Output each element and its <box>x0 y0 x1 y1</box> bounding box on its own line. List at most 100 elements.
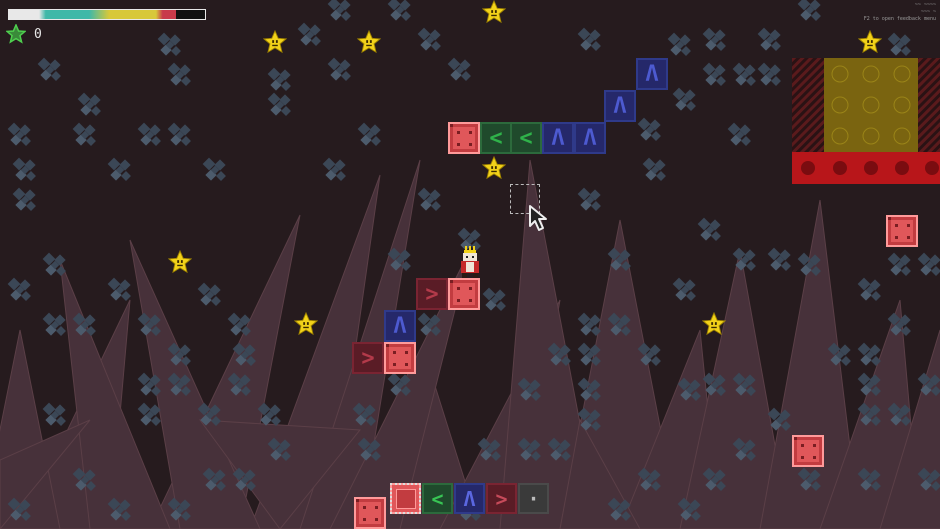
rock-cluster <box>327 57 351 81</box>
arrow-up-block[interactable]: Λ <box>574 122 606 154</box>
block-toolbar: < Λ > · <box>390 483 550 514</box>
star-5-icon <box>482 156 506 180</box>
arrow-right-block[interactable]: > <box>416 278 448 310</box>
rock-cluster <box>297 22 321 46</box>
star-4-icon <box>858 30 882 54</box>
rock-cluster <box>197 282 221 306</box>
star-counter: 0 <box>6 24 42 44</box>
arrow-left-icon: < <box>431 486 444 511</box>
player-character <box>461 246 479 278</box>
tool-arrow-right[interactable]: > <box>486 483 517 514</box>
arrow-up-icon: Λ <box>393 313 407 339</box>
arrow-up-block[interactable]: Λ <box>636 58 668 90</box>
arrow-up-block[interactable]: Λ <box>604 90 636 122</box>
star-6-icon <box>168 250 192 274</box>
arrow-right-icon: > <box>425 281 439 307</box>
rock-cluster <box>107 277 131 301</box>
rock-cluster <box>767 247 791 271</box>
star-7-icon <box>294 312 318 336</box>
tool-arrow-up[interactable]: Λ <box>454 483 485 514</box>
star-2-icon <box>263 30 287 54</box>
crate-block[interactable] <box>354 497 386 529</box>
crate-block[interactable] <box>886 215 918 247</box>
rock-cluster <box>577 27 601 51</box>
rock-cluster <box>7 122 31 146</box>
debug-line: ~~~ ~ <box>920 9 936 15</box>
arrow-up-icon: Λ <box>551 125 565 151</box>
arrow-up-icon: Λ <box>645 61 659 87</box>
arrow-up-block[interactable]: Λ <box>542 122 574 154</box>
rock-cluster <box>12 157 36 181</box>
feedback-hint: F2 to open feedback menu <box>863 16 936 22</box>
rock-cluster <box>42 402 66 426</box>
arrow-up-block[interactable]: Λ <box>384 310 416 342</box>
rock-cluster <box>267 67 291 91</box>
rock-cluster <box>757 27 781 51</box>
rock-cluster <box>387 0 411 21</box>
star-outline-icon <box>6 24 26 44</box>
rock-cluster <box>667 32 691 56</box>
rock-cluster <box>417 187 441 211</box>
rock-cluster <box>857 277 881 301</box>
rock-cluster <box>137 402 161 426</box>
rock-cluster <box>42 252 66 276</box>
arrow-left-block[interactable]: < <box>480 122 512 154</box>
rock-cluster <box>577 312 601 336</box>
rock-cluster <box>322 157 346 181</box>
star-3-icon <box>357 30 381 54</box>
star-1-icon <box>482 0 506 24</box>
tool-eraser[interactable]: · <box>518 483 549 514</box>
crate-icon <box>395 488 416 509</box>
tool-crate[interactable] <box>390 483 421 514</box>
rock-cluster <box>167 122 191 146</box>
rock-cluster <box>672 87 696 111</box>
rock-cluster <box>447 57 471 81</box>
rock-cluster <box>37 57 61 81</box>
crate-block[interactable] <box>384 342 416 374</box>
rock-cluster <box>12 187 36 211</box>
rock-cluster <box>107 157 131 181</box>
rock-cluster <box>727 122 751 146</box>
rock-cluster <box>7 277 31 301</box>
health-bar <box>8 9 206 20</box>
rock-cluster <box>642 157 666 181</box>
rock-cluster <box>672 277 696 301</box>
arrow-right-icon: > <box>361 345 375 371</box>
crate-block[interactable] <box>448 278 480 310</box>
rock-cluster <box>77 92 101 116</box>
rock-cluster <box>702 27 726 51</box>
tool-arrow-left[interactable]: < <box>422 483 453 514</box>
rock-cluster <box>327 0 351 21</box>
rock-cluster <box>857 342 881 366</box>
crate-block[interactable] <box>448 122 480 154</box>
rock-cluster <box>797 0 821 21</box>
arrow-left-icon: < <box>519 125 533 151</box>
rock-cluster <box>637 117 661 141</box>
rock-cluster <box>702 62 726 86</box>
rock-cluster <box>482 287 506 311</box>
crate-block[interactable] <box>792 435 824 467</box>
arrow-right-block[interactable]: > <box>352 342 384 374</box>
rock-cluster <box>697 217 721 241</box>
star-8-icon <box>702 312 726 336</box>
rock-cluster <box>732 62 756 86</box>
rock-cluster <box>887 252 911 276</box>
mouse-pointer-icon <box>529 205 547 231</box>
exit-goal-zone <box>792 58 940 184</box>
rock-cluster <box>42 312 66 336</box>
arrow-up-icon: Λ <box>463 486 476 511</box>
rock-cluster <box>167 62 191 86</box>
rock-cluster <box>267 92 291 116</box>
arrow-up-icon: Λ <box>583 125 597 151</box>
debug-line: ~~ ~~~~ <box>914 2 936 8</box>
arrow-left-block[interactable]: < <box>510 122 542 154</box>
arrow-up-icon: Λ <box>613 93 627 119</box>
star-count-value: 0 <box>34 26 42 42</box>
rock-cluster <box>157 32 181 56</box>
rock-cluster <box>577 187 601 211</box>
arrow-left-icon: < <box>489 125 503 151</box>
debug-overlay: ~~ ~~~~ ~~~ ~ F2 to open feedback menu <box>864 2 936 23</box>
rock-cluster <box>757 62 781 86</box>
rock-cluster <box>357 122 381 146</box>
game-viewport[interactable]: < < Λ Λ Λ Λ > Λ > 0 ~~ ~~~~ ~~~ ~ F2 to … <box>0 0 940 529</box>
